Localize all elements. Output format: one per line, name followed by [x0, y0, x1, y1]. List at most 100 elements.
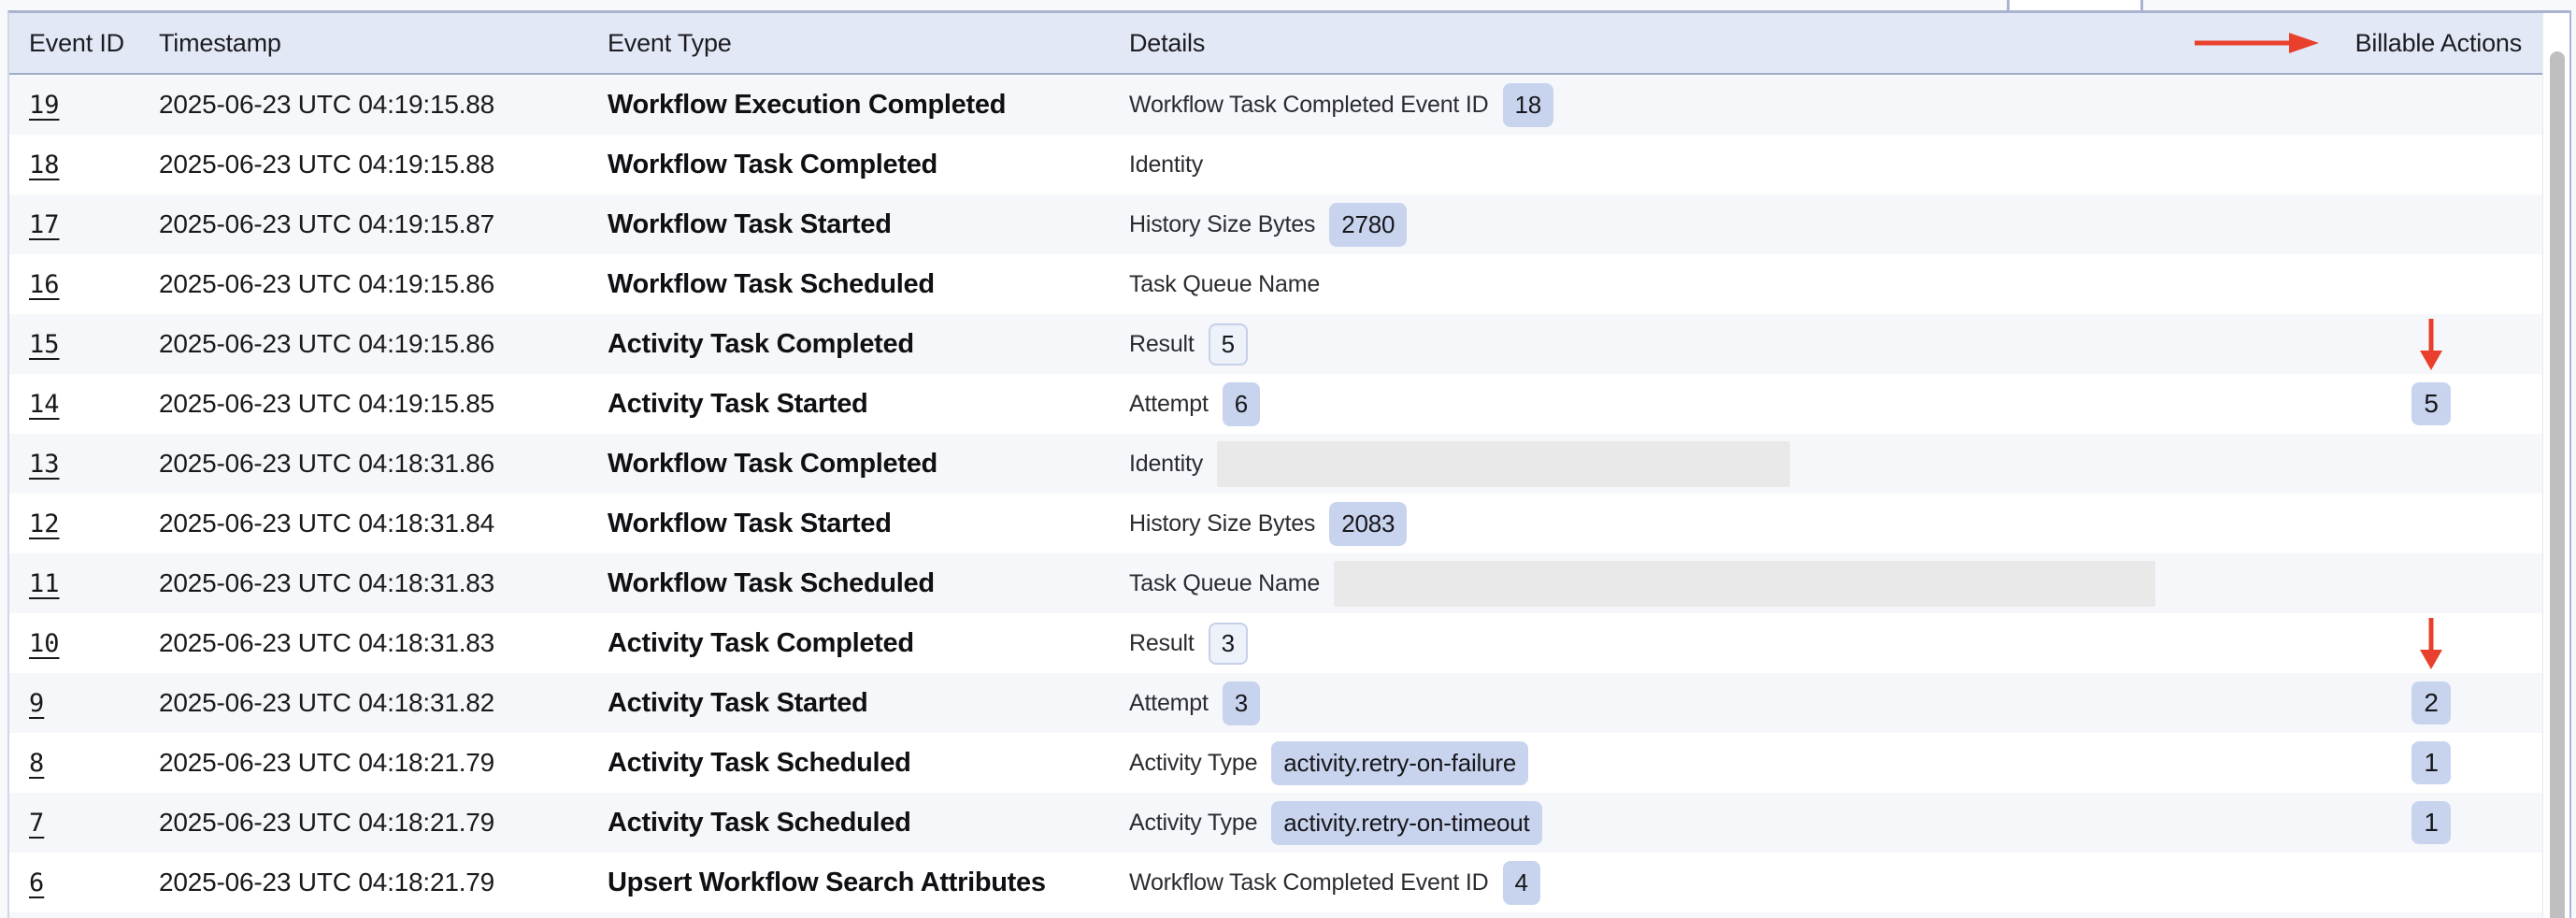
event-id-cell: 16 — [9, 270, 159, 299]
detail-value-badge: activity.retry-on-failure — [1271, 741, 1528, 785]
table-row[interactable]: 11 2025-06-23 UTC 04:18:31.83 Workflow T… — [9, 553, 2569, 613]
detail-value-badge: activity.retry-on-timeout — [1271, 801, 1541, 845]
table-row[interactable]: 15 2025-06-23 UTC 04:19:15.86 Activity T… — [9, 314, 2569, 374]
table-row[interactable]: 7 2025-06-23 UTC 04:18:21.79 Activity Ta… — [9, 793, 2569, 853]
detail-label: History Size Bytes — [1129, 211, 1315, 238]
timestamp: 2025-06-23 UTC 04:19:15.87 — [159, 209, 608, 239]
cropped-top-ui-cell — [2007, 0, 2143, 10]
event-id-link[interactable]: 9 — [29, 689, 44, 718]
event-id-link[interactable]: 16 — [29, 270, 60, 299]
billable-actions-cell — [2155, 494, 2542, 553]
billable-actions-cell — [2155, 613, 2542, 673]
event-id-link[interactable]: 12 — [29, 509, 60, 538]
event-type: Activity Task Started — [608, 389, 1129, 420]
table-row[interactable]: 13 2025-06-23 UTC 04:18:31.86 Workflow T… — [9, 434, 2569, 494]
table-row[interactable]: 19 2025-06-23 UTC 04:19:15.88 Workflow E… — [9, 75, 2569, 135]
detail-label: Workflow Task Completed Event ID — [1129, 92, 1489, 119]
detail-value-badge: 4 — [1503, 861, 1540, 905]
event-id-cell: 17 — [9, 210, 159, 239]
event-id-link[interactable]: 17 — [29, 210, 60, 239]
vertical-scrollbar[interactable] — [2542, 13, 2569, 918]
column-header-event-type[interactable]: Event Type — [608, 29, 1129, 58]
billable-actions-cell — [2155, 553, 2542, 613]
column-header-timestamp[interactable]: Timestamp — [159, 29, 608, 58]
timestamp: 2025-06-23 UTC 04:18:31.86 — [159, 449, 608, 479]
billable-actions-cell — [2155, 434, 2542, 494]
table-row[interactable]: 14 2025-06-23 UTC 04:19:15.85 Activity T… — [9, 374, 2569, 434]
table-row[interactable]: 12 2025-06-23 UTC 04:18:31.84 Workflow T… — [9, 494, 2569, 553]
details-cell: History Size Bytes 2083 — [1129, 502, 2155, 546]
event-type: Workflow Task Started — [608, 509, 1129, 539]
event-type: Workflow Task Completed — [608, 150, 1129, 180]
details-cell: Task Queue Name — [1129, 271, 2155, 298]
billable-count-badge: 2 — [2411, 681, 2451, 724]
event-id-cell: 9 — [9, 689, 159, 718]
event-id-cell: 14 — [9, 390, 159, 419]
timestamp: 2025-06-23 UTC 04:19:15.86 — [159, 269, 608, 299]
table-row[interactable]: 18 2025-06-23 UTC 04:19:15.88 Workflow T… — [9, 135, 2569, 194]
detail-value-badge: 2083 — [1329, 502, 1407, 546]
detail-label: Task Queue Name — [1129, 570, 1320, 597]
timestamp: 2025-06-23 UTC 04:18:21.79 — [159, 808, 608, 838]
billable-count-badge: 5 — [2411, 382, 2451, 425]
event-id-link[interactable]: 14 — [29, 390, 60, 419]
timestamp: 2025-06-23 UTC 04:19:15.88 — [159, 90, 608, 120]
event-id-cell: 11 — [9, 569, 159, 598]
table-row[interactable]: 8 2025-06-23 UTC 04:18:21.79 Activity Ta… — [9, 733, 2569, 793]
event-id-link[interactable]: 18 — [29, 151, 60, 179]
event-type: Workflow Task Started — [608, 209, 1129, 240]
details-cell: Task Queue Name — [1129, 561, 2155, 607]
details-cell: Result 5 — [1129, 323, 2155, 366]
event-id-link[interactable]: 10 — [29, 629, 60, 658]
event-id-link[interactable]: 7 — [29, 809, 44, 838]
billable-actions-cell — [2155, 194, 2542, 254]
event-id-cell: 7 — [9, 809, 159, 838]
event-id-cell: 19 — [9, 91, 159, 120]
annotation-arrow-right-icon — [2193, 30, 2321, 56]
timestamp: 2025-06-23 UTC 04:19:15.86 — [159, 329, 608, 359]
details-cell: Attempt 3 — [1129, 681, 2155, 725]
timestamp: 2025-06-23 UTC 04:18:31.82 — [159, 688, 608, 718]
billable-actions-cell — [2155, 75, 2542, 135]
table-row[interactable]: 9 2025-06-23 UTC 04:18:31.82 Activity Ta… — [9, 673, 2569, 733]
table-row[interactable]: 6 2025-06-23 UTC 04:18:21.79 Upsert Work… — [9, 853, 2569, 912]
detail-label: Result — [1129, 630, 1195, 657]
event-history-table: Event ID Timestamp Event Type Details Bi… — [7, 10, 2571, 918]
timestamp: 2025-06-23 UTC 04:19:15.88 — [159, 150, 608, 179]
event-type: Workflow Task Completed — [608, 449, 1129, 480]
annotation-arrow-down-icon — [2411, 616, 2451, 670]
event-id-link[interactable]: 13 — [29, 450, 60, 479]
timestamp: 2025-06-23 UTC 04:18:31.83 — [159, 628, 608, 658]
billable-actions-cell — [2155, 314, 2542, 374]
timestamp: 2025-06-23 UTC 04:18:31.84 — [159, 509, 608, 538]
column-header-billable-actions: Billable Actions — [2155, 29, 2542, 58]
scrollbar-thumb[interactable] — [2550, 51, 2565, 918]
detail-label: Workflow Task Completed Event ID — [1129, 869, 1489, 896]
detail-label: Attempt — [1129, 690, 1209, 717]
billable-actions-cell — [2155, 254, 2542, 314]
event-history-screen: Event ID Timestamp Event Type Details Bi… — [0, 0, 2576, 918]
event-type: Activity Task Scheduled — [608, 808, 1129, 839]
event-id-cell: 18 — [9, 151, 159, 179]
details-cell: Workflow Task Completed Event ID 18 — [1129, 83, 2155, 127]
details-cell: Identity — [1129, 441, 2155, 487]
billable-count-badge: 1 — [2411, 801, 2451, 844]
detail-label: Attempt — [1129, 391, 1209, 418]
column-header-event-id[interactable]: Event ID — [9, 29, 159, 58]
event-id-cell: 13 — [9, 450, 159, 479]
event-id-link[interactable]: 19 — [29, 91, 60, 120]
table-row[interactable]: 17 2025-06-23 UTC 04:19:15.87 Workflow T… — [9, 194, 2569, 254]
detail-label: Result — [1129, 331, 1195, 358]
event-id-link[interactable]: 6 — [29, 868, 44, 897]
table-row[interactable]: 16 2025-06-23 UTC 04:19:15.86 Workflow T… — [9, 254, 2569, 314]
event-id-cell: 8 — [9, 749, 159, 778]
details-cell: Attempt 6 — [1129, 382, 2155, 426]
column-header-details: Details — [1129, 29, 2155, 58]
redacted-value — [1334, 561, 2155, 607]
event-id-link[interactable]: 15 — [29, 330, 60, 359]
table-row[interactable]: 10 2025-06-23 UTC 04:18:31.83 Activity T… — [9, 613, 2569, 673]
event-id-link[interactable]: 8 — [29, 749, 44, 778]
event-id-link[interactable]: 11 — [29, 569, 60, 598]
event-id-cell: 10 — [9, 629, 159, 658]
detail-label: Identity — [1129, 151, 1203, 179]
